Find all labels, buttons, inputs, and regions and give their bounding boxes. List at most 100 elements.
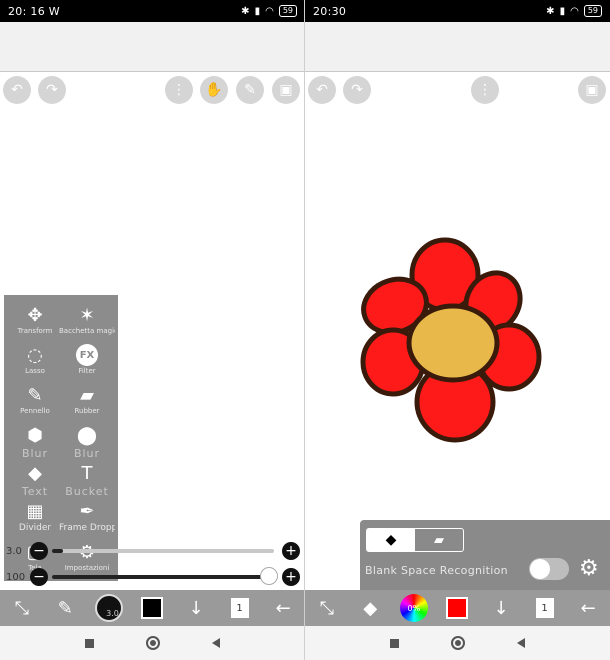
- arrow-left-icon: ←: [275, 597, 291, 619]
- brush-icon: ✎: [57, 597, 73, 619]
- tool-dropper[interactable]: ✒ Frame Dropper: [59, 499, 115, 534]
- bottom-toolbar: ⤡ ◆ 0% ↓ 1 ←: [305, 590, 610, 626]
- tool-filter[interactable]: FX Filter: [59, 343, 115, 375]
- status-bar: 20: 16 W ✱ ▮ ◠ 59: [0, 0, 305, 22]
- color-wheel-button[interactable]: 0%: [397, 593, 431, 623]
- image-button[interactable]: ▣: [272, 76, 300, 104]
- dotted-selection-icon: ⋮: [478, 82, 492, 98]
- color-button[interactable]: [440, 593, 474, 623]
- app-title-bar: [0, 22, 305, 72]
- bucket-icon: ◆: [363, 597, 378, 619]
- tool-blur[interactable]: ⬤ Blur: [59, 423, 115, 461]
- bluetooth-icon: ✱: [241, 5, 250, 17]
- app-title-bar: [305, 22, 610, 72]
- undo-icon: ↶: [11, 82, 23, 98]
- minus-icon: −: [33, 543, 45, 559]
- bucket-options-panel: ◆ ▰ Blank Space Recognition ⚙: [360, 520, 610, 590]
- opacity-slider-knob[interactable]: [260, 567, 278, 585]
- frame-icon: ▦: [26, 500, 44, 522]
- back-nav-icon[interactable]: [212, 638, 220, 648]
- signal-icon: ▮: [254, 5, 261, 17]
- drop-icon: ⬤: [76, 424, 98, 446]
- system-nav-bar: [0, 626, 305, 660]
- image-button[interactable]: ▣: [578, 76, 606, 104]
- back-nav-icon[interactable]: [517, 638, 525, 648]
- bucket-tool-button[interactable]: ◆: [353, 593, 387, 623]
- flower-shape: [360, 237, 542, 443]
- fx-icon: FX: [76, 344, 98, 366]
- opacity-decrease-button[interactable]: −: [30, 568, 48, 586]
- layers-button[interactable]: 1: [528, 593, 562, 623]
- tool-bucket[interactable]: ◆ Text: [7, 461, 63, 499]
- bucket-icon: ◆: [28, 462, 42, 484]
- image-icon: ▣: [279, 82, 293, 98]
- back-button[interactable]: ←: [571, 593, 605, 623]
- plus-icon: +: [285, 569, 297, 585]
- undo-button[interactable]: ↶: [3, 76, 31, 104]
- redo-button[interactable]: ↷: [343, 76, 371, 104]
- tool-magic-wand[interactable]: ✶ Bacchetta magica: [59, 303, 115, 336]
- recents-icon[interactable]: [390, 638, 399, 648]
- tool-transform[interactable]: ✥ Transform: [7, 303, 63, 336]
- gear-icon[interactable]: ⚙: [579, 556, 599, 581]
- transform-icon: ⤡: [319, 597, 334, 619]
- back-button[interactable]: ←: [266, 593, 300, 623]
- selection-button[interactable]: ⋮: [165, 76, 193, 104]
- recents-icon[interactable]: [85, 638, 94, 648]
- fill-mode-toggle[interactable]: ◆ ▰: [366, 528, 464, 552]
- hand-button[interactable]: ✋: [200, 76, 228, 104]
- home-icon[interactable]: [146, 636, 160, 650]
- dotted-selection-icon: ⋮: [172, 82, 186, 98]
- system-nav-bar: [305, 626, 610, 660]
- opacity-slider[interactable]: [52, 575, 270, 579]
- color-button[interactable]: [135, 593, 169, 623]
- minus-icon: −: [33, 569, 45, 585]
- layers-icon: 1: [230, 598, 249, 618]
- undo-button[interactable]: ↶: [308, 76, 336, 104]
- status-time: 20:30: [313, 4, 347, 18]
- redo-button[interactable]: ↷: [38, 76, 66, 104]
- size-decrease-button[interactable]: −: [30, 542, 48, 560]
- blank-space-toggle[interactable]: [529, 558, 569, 580]
- transform-tool-button[interactable]: ⤡: [310, 593, 344, 623]
- bluetooth-icon: ✱: [546, 5, 555, 17]
- status-time: 20: 16 W: [8, 4, 60, 18]
- tool-eraser[interactable]: ▰ Rubber: [59, 383, 115, 416]
- magic-wand-icon: ✶: [79, 304, 95, 326]
- selection-button[interactable]: ⋮: [471, 76, 499, 104]
- undo-icon: ↶: [316, 82, 328, 98]
- move-icon: ✥: [27, 304, 43, 326]
- brush-tool-button[interactable]: ✎: [48, 593, 82, 623]
- tool-text[interactable]: T Bucket: [59, 461, 115, 499]
- tool-smudge[interactable]: ⬢ Blur: [7, 423, 63, 461]
- flower-drawing: [360, 237, 542, 443]
- size-value: 3.0: [6, 546, 22, 557]
- download-button[interactable]: ↓: [484, 593, 518, 623]
- fill-mode-eraser[interactable]: ▰: [415, 529, 463, 551]
- battery-icon: 59: [583, 5, 602, 17]
- size-increase-button[interactable]: +: [282, 542, 300, 560]
- left-screen: 20: 16 W ✱ ▮ ◠ 59 ↶ ↷ ⋮ ✋ ✎ ▣ ✥ Transfor…: [0, 0, 305, 660]
- tool-brush[interactable]: ✎ Pennello: [7, 383, 63, 416]
- right-screen: 20:30 ✱ ▮ ◠ 59 ↶ ↷ ⋮ ▣ ◆ ▰ Blank Space R…: [305, 0, 610, 660]
- pencil-icon: ✎: [244, 82, 256, 98]
- brush-size-button[interactable]: 3.0: [92, 593, 126, 623]
- redo-icon: ↷: [46, 82, 58, 98]
- tool-divider[interactable]: ▦ Divider: [7, 499, 63, 534]
- tool-settings[interactable]: ⚙ Impostazioni: [59, 540, 115, 573]
- fill-mode-bucket[interactable]: ◆: [367, 529, 415, 551]
- dropper-icon: ✒: [79, 500, 95, 522]
- opacity-value: 100: [6, 572, 26, 583]
- bucket-icon: ◆: [385, 532, 397, 548]
- tool-lasso[interactable]: ◌ Lasso: [7, 343, 63, 376]
- layers-button[interactable]: 1: [223, 593, 257, 623]
- transform-tool-button[interactable]: ⤡: [5, 593, 39, 623]
- smudge-icon: ⬢: [27, 424, 43, 446]
- opacity-increase-button[interactable]: +: [282, 568, 300, 586]
- home-icon[interactable]: [451, 636, 465, 650]
- pen-button[interactable]: ✎: [236, 76, 264, 104]
- layers-icon: 1: [535, 598, 554, 618]
- download-button[interactable]: ↓: [179, 593, 213, 623]
- transform-icon: ⤡: [14, 597, 29, 619]
- size-slider[interactable]: [52, 549, 274, 553]
